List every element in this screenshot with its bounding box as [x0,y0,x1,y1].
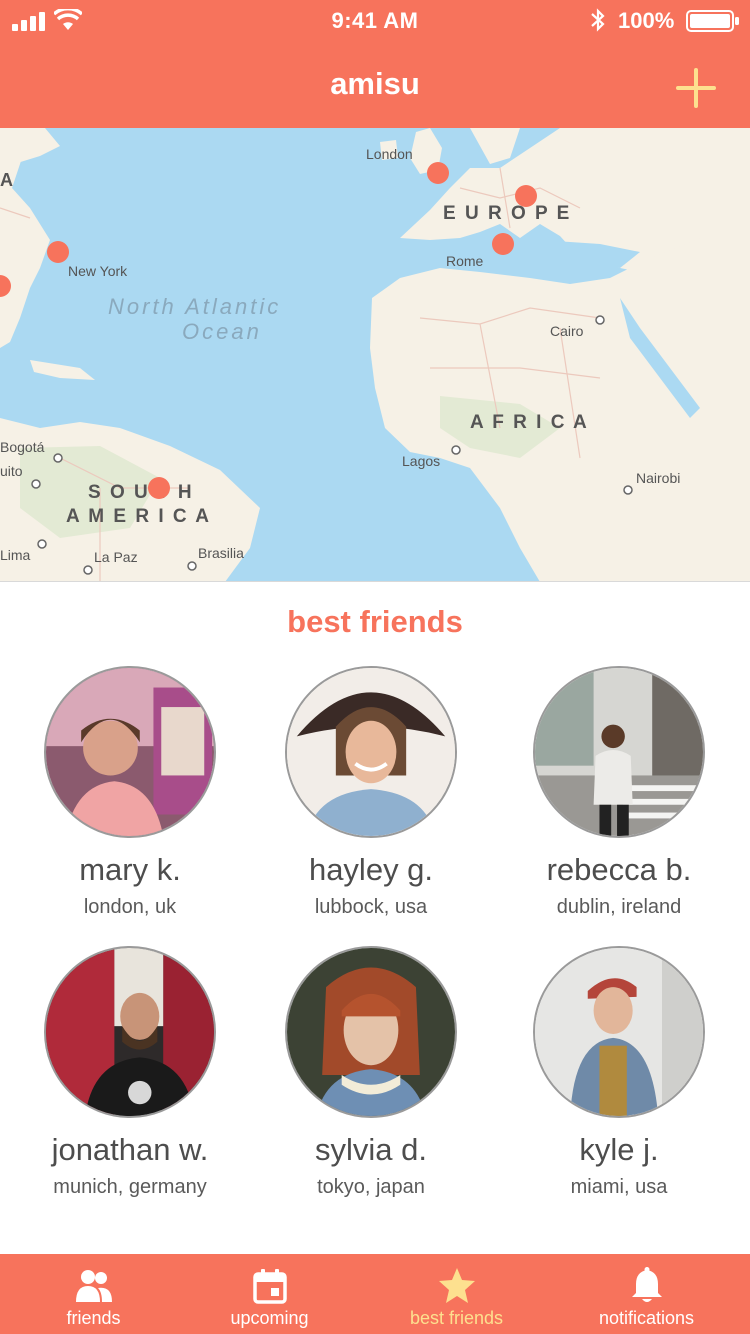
tab-label: best friends [409,1308,504,1328]
tab-best-friends[interactable]: best friends [363,1254,550,1334]
tab-bar: friends upcoming best friends notificati… [0,1254,750,1334]
map-pin-rome[interactable] [492,233,514,255]
map-label-atlantic: North Atlantic [108,294,281,319]
friend-location: miami, usa [570,1176,668,1198]
avatar [533,946,705,1118]
map-label-new-york: New York [68,263,128,279]
map-label-edge-a: A [0,170,13,190]
friend-name: mary k. [79,852,181,887]
map-pin-munich[interactable] [515,185,537,207]
map-label-europe: E U R O P E [443,203,571,224]
map-pin-south-america[interactable] [148,477,170,499]
map-label-africa: A F R I C A [470,412,589,433]
nav-bar: amisu [0,40,750,128]
friend-card[interactable]: sylvia d. tokyo, japan [251,946,491,1199]
bell-icon [631,1267,662,1302]
map-label-america: A M E R I C A [66,506,211,527]
map-label-rome: Rome [446,253,484,269]
friend-location: dublin, ireland [556,896,682,918]
map-label-la-paz: La Paz [94,549,138,565]
tab-notifications[interactable]: notifications [553,1254,740,1334]
friend-name: rebecca b. [546,852,692,887]
tab-label: upcoming [230,1308,309,1328]
avatar [533,666,705,838]
friend-location: london, uk [83,896,177,918]
map-label-lagos: Lagos [402,453,440,469]
tab-label: notifications [598,1308,695,1328]
calendar-icon [252,1269,287,1304]
friend-card[interactable]: kyle j. miami, usa [499,946,739,1199]
map-label-ocean: Ocean [182,319,262,344]
section-title: best friends [287,604,463,639]
map-label-nairobi: Nairobi [636,470,680,486]
map-label-bogota: Bogotá [0,439,45,455]
tab-upcoming[interactable]: upcoming [176,1254,363,1334]
tab-label: friends [66,1308,121,1328]
friend-name: hayley g. [308,852,434,887]
map-label-lima: Lima [0,547,31,563]
add-button[interactable] [670,62,722,114]
friend-location: tokyo, japan [317,1176,425,1198]
friend-card[interactable]: jonathan w. munich, germany [10,946,250,1199]
plus-icon [676,68,716,108]
map-pin-new-york[interactable] [47,241,69,263]
app-title: amisu [330,66,420,101]
star-icon [438,1268,475,1303]
bluetooth-icon [591,8,605,32]
friend-name: sylvia d. [315,1132,427,1167]
avatar [285,946,457,1118]
tab-friends[interactable]: friends [0,1254,187,1334]
friends-map[interactable]: London E U R O P E Rome New York North A… [0,128,750,582]
friend-location: lubbock, usa [314,896,428,918]
avatar [44,946,216,1118]
status-bar: 9:41 AM 100% [0,0,750,40]
friend-card[interactable]: hayley g. lubbock, usa [251,666,491,919]
friend-card[interactable]: mary k. london, uk [10,666,250,919]
map-label-quito: uito [0,463,23,479]
friend-card[interactable]: rebecca b. dublin, ireland [499,666,739,919]
map-label-london: London [366,146,413,162]
friend-location: munich, germany [53,1176,207,1198]
battery-percentage: 100% [618,8,675,33]
map-pin-london[interactable] [427,162,449,184]
map-label-cairo: Cairo [550,323,584,339]
avatar [44,666,216,838]
battery-icon [686,10,739,32]
friend-name: jonathan w. [51,1132,209,1167]
map-label-south: S O U T H [88,482,194,503]
friend-name: kyle j. [579,1132,659,1167]
map-label-brasilia: Brasilia [198,545,244,561]
people-icon [75,1270,112,1302]
avatar [285,666,457,838]
